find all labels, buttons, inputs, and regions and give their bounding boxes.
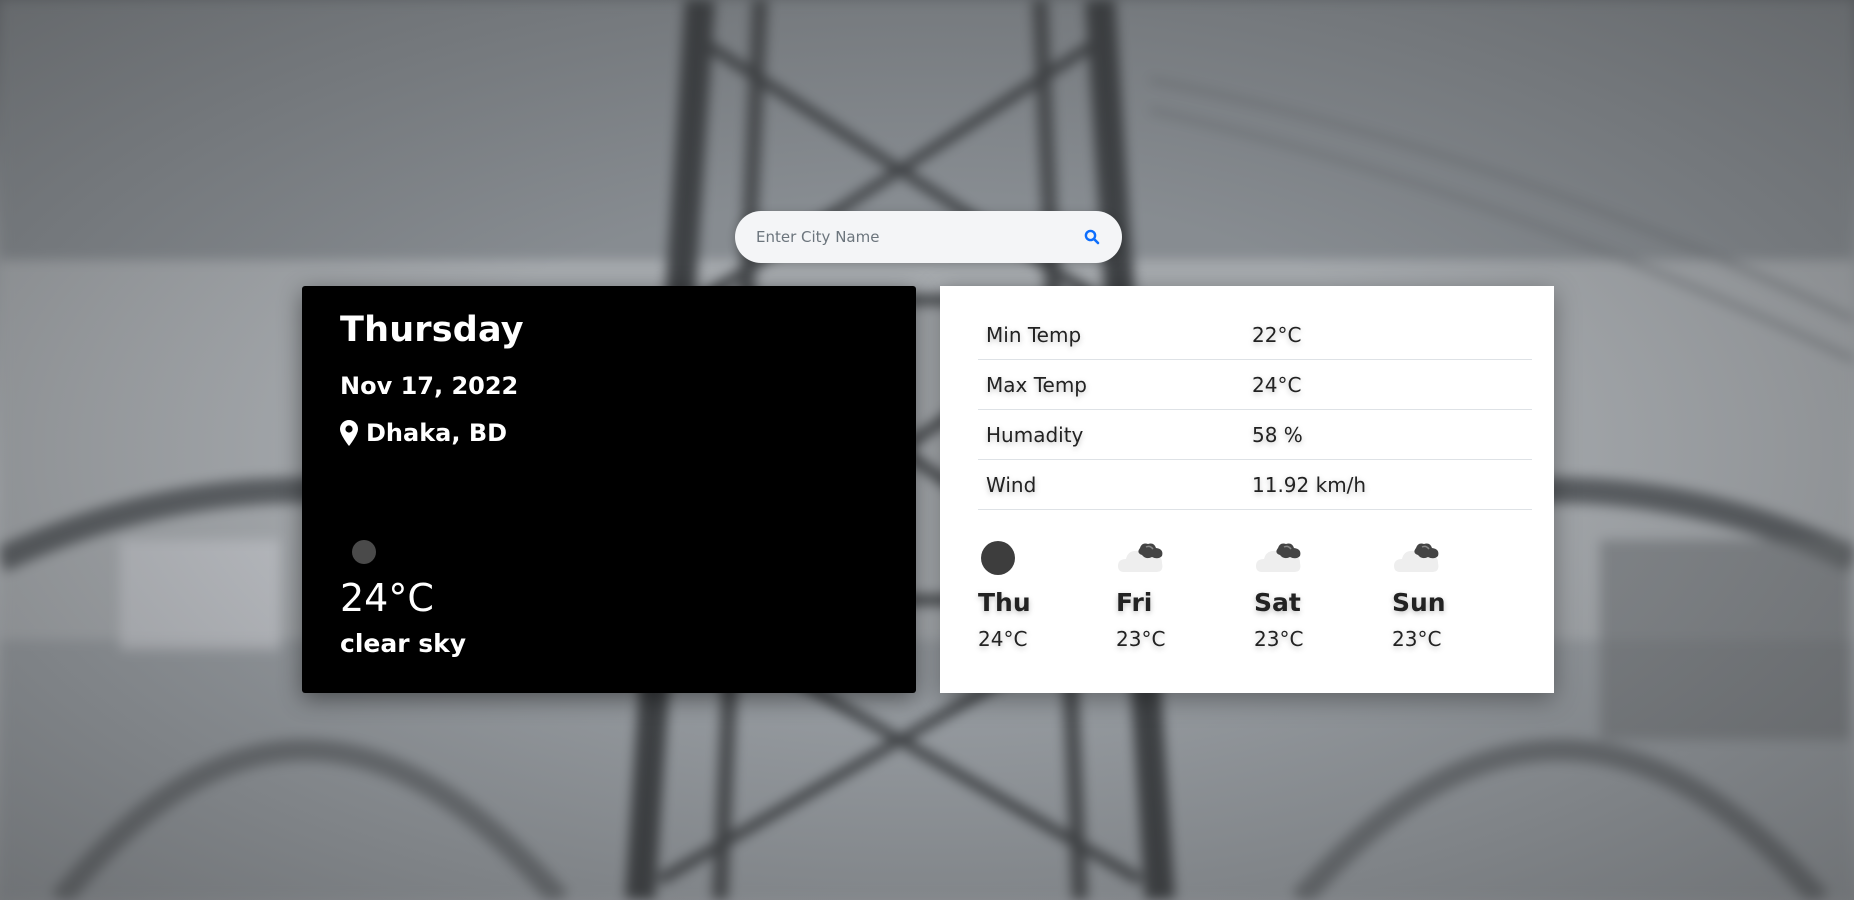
cloud-icon	[1256, 543, 1301, 572]
forecast-temp: 23°C	[1116, 627, 1166, 651]
current-day: Thursday	[340, 310, 524, 350]
current-weather-card: Thursday Nov 17, 2022 Dhaka, BD 24°C cle…	[302, 286, 916, 693]
forecast-item-thu: Thu 24°C	[978, 536, 1116, 651]
location-label: Dhaka, BD	[366, 419, 508, 447]
current-location: Dhaka, BD	[340, 419, 507, 447]
city-search-input[interactable]	[754, 227, 1058, 247]
detail-value: 11.92 km/h	[1252, 472, 1367, 497]
forecast-temp: 23°C	[1254, 627, 1304, 651]
detail-row-wind: Wind 11.92 km/h	[978, 460, 1532, 510]
detail-row-max-temp: Max Temp 24°C	[978, 360, 1532, 410]
cloud-icon	[1118, 543, 1163, 572]
forecast-item-fri: Fri 23°C	[1116, 536, 1254, 651]
search-button[interactable]	[1080, 225, 1104, 249]
current-temp: 24°C	[340, 576, 434, 620]
forecast-temp: 24°C	[978, 627, 1028, 651]
detail-label: Humadity	[986, 422, 1084, 447]
forecast-item-sun: Sun 23°C	[1392, 536, 1530, 651]
background-image	[0, 0, 1854, 900]
detail-row-min-temp: Min Temp 22°C	[978, 310, 1532, 360]
detail-label: Min Temp	[986, 322, 1082, 347]
search-icon	[1084, 229, 1100, 245]
forecast-day: Sat	[1254, 588, 1301, 617]
cloud-icon	[1394, 543, 1439, 572]
moon-icon	[352, 540, 376, 564]
detail-row-humidity: Humadity 58 %	[978, 410, 1532, 460]
detail-label: Wind	[986, 472, 1037, 497]
forecast-day: Sun	[1392, 588, 1446, 617]
weather-description: clear sky	[340, 629, 467, 658]
forecast-temp: 23°C	[1392, 627, 1442, 651]
map-pin-icon	[340, 420, 358, 446]
detail-value: 24°C	[1252, 372, 1302, 397]
search-bar	[735, 211, 1122, 263]
detail-value: 58 %	[1252, 422, 1303, 447]
forecast-item-sat: Sat 23°C	[1254, 536, 1392, 651]
current-date: Nov 17, 2022	[340, 372, 519, 400]
forecast-day: Fri	[1116, 588, 1153, 617]
forecast-day: Thu	[978, 588, 1031, 617]
forecast-list: Thu 24°C Fri 23°C Sat 23°C Sun 23°C	[978, 536, 1538, 651]
detail-value: 22°C	[1252, 322, 1302, 347]
details-card: Min Temp 22°C Max Temp 24°C Humadity 58 …	[940, 286, 1554, 693]
moon-icon	[981, 541, 1015, 575]
weather-details-table: Min Temp 22°C Max Temp 24°C Humadity 58 …	[978, 310, 1532, 510]
detail-label: Max Temp	[986, 372, 1088, 397]
